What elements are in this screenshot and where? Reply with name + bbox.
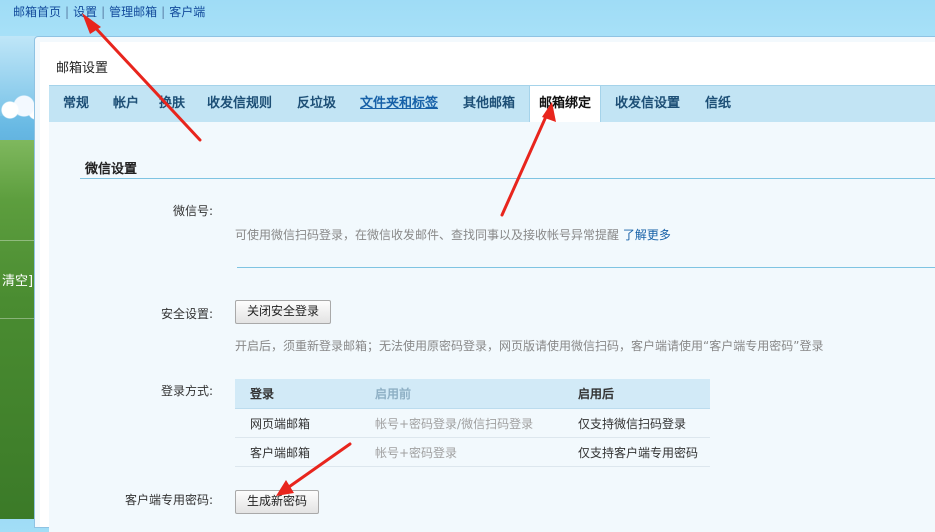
settings-panel: 邮箱设置 常规 帐户 换肤 收发信规则 反垃圾 文件夹和标签 其他邮箱 邮箱绑定… [34,36,935,532]
client-password-label: 客户端专用密码: [124,493,213,507]
settings-tab-bar: 常规 帐户 换肤 收发信规则 反垃圾 文件夹和标签 其他邮箱 邮箱绑定 收发信设… [49,85,935,123]
top-nav-separator: | [65,5,70,19]
disable-secure-login-button[interactable]: 关闭安全登录 [235,300,332,324]
wechat-id-label: 微信号: [172,204,213,218]
tab-general[interactable]: 常规 [63,86,89,122]
header-before: 启用前 [361,379,566,409]
top-nav: 邮箱首页 | 设置 | 管理邮箱 | 客户端 [13,3,205,20]
top-nav-separator: | [161,5,166,19]
left-partial-text[interactable]: 清空] [2,270,33,289]
top-link-manage-mailbox[interactable]: 管理邮箱 [109,5,157,19]
security-description: 开启后，须重新登录邮箱；无法使用原密码登录，网页版请使用微信扫码，客户端请使用“… [235,339,824,353]
tab-account[interactable]: 帐户 [113,86,139,122]
panel-title: 邮箱设置 [56,61,109,76]
tab-mailbox-binding[interactable]: 邮箱绑定 [529,86,602,123]
table-header-row: 登录 启用前 启用后 [235,379,710,409]
tab-other-mailbox[interactable]: 其他邮箱 [463,86,515,122]
binding-content [49,122,935,532]
login-mode-table: 登录 启用前 启用后 网页端邮箱 帐号+密码登录/微信扫码登录 仅支持微信扫码登… [235,379,710,467]
row-login-type: 客户端邮箱 [235,437,361,467]
login-mode-label: 登录方式: [160,384,213,398]
tab-anti-spam[interactable]: 反垃圾 [297,86,336,122]
generate-new-password-button[interactable]: 生成新密码 [235,490,320,514]
settings-panel-body: 邮箱设置 常规 帐户 换肤 收发信规则 反垃圾 文件夹和标签 其他邮箱 邮箱绑定… [40,42,935,532]
wechat-description: 可使用微信扫码登录，在微信收发邮件、查找同事以及接收帐号异常提醒 了解更多 [235,226,671,243]
top-nav-separator: | [101,5,106,19]
tab-folders-labels[interactable]: 文件夹和标签 [360,86,438,122]
section-title-wechat: 微信设置 [85,162,138,177]
table-row: 客户端邮箱 帐号+密码登录 仅支持客户端专用密码 [235,437,710,467]
tab-skin[interactable]: 换肤 [159,86,185,122]
row-login-type: 网页端邮箱 [235,408,361,438]
wechat-desc-text: 可使用微信扫码登录，在微信收发邮件、查找同事以及接收帐号异常提醒 [235,228,620,242]
tab-stationery[interactable]: 信纸 [705,86,731,122]
header-after: 启用后 [566,379,710,409]
learn-more-link[interactable]: 了解更多 [623,228,671,242]
top-link-mail-home[interactable]: 邮箱首页 [13,5,61,19]
wechat-divider [237,267,935,268]
tab-send-receive-settings[interactable]: 收发信设置 [615,86,680,122]
row-after: 仅支持微信扫码登录 [566,408,710,438]
row-before: 帐号+密码登录/微信扫码登录 [361,408,566,438]
header-login: 登录 [235,379,361,409]
row-before: 帐号+密码登录 [361,437,566,467]
top-link-settings[interactable]: 设置 [73,5,97,19]
tab-mail-rules[interactable]: 收发信规则 [207,86,272,122]
row-after: 仅支持客户端专用密码 [566,437,710,467]
table-row: 网页端邮箱 帐号+密码登录/微信扫码登录 仅支持微信扫码登录 [235,408,710,438]
security-label: 安全设置: [160,307,213,321]
top-link-client[interactable]: 客户端 [169,5,205,19]
section-divider [80,178,935,179]
